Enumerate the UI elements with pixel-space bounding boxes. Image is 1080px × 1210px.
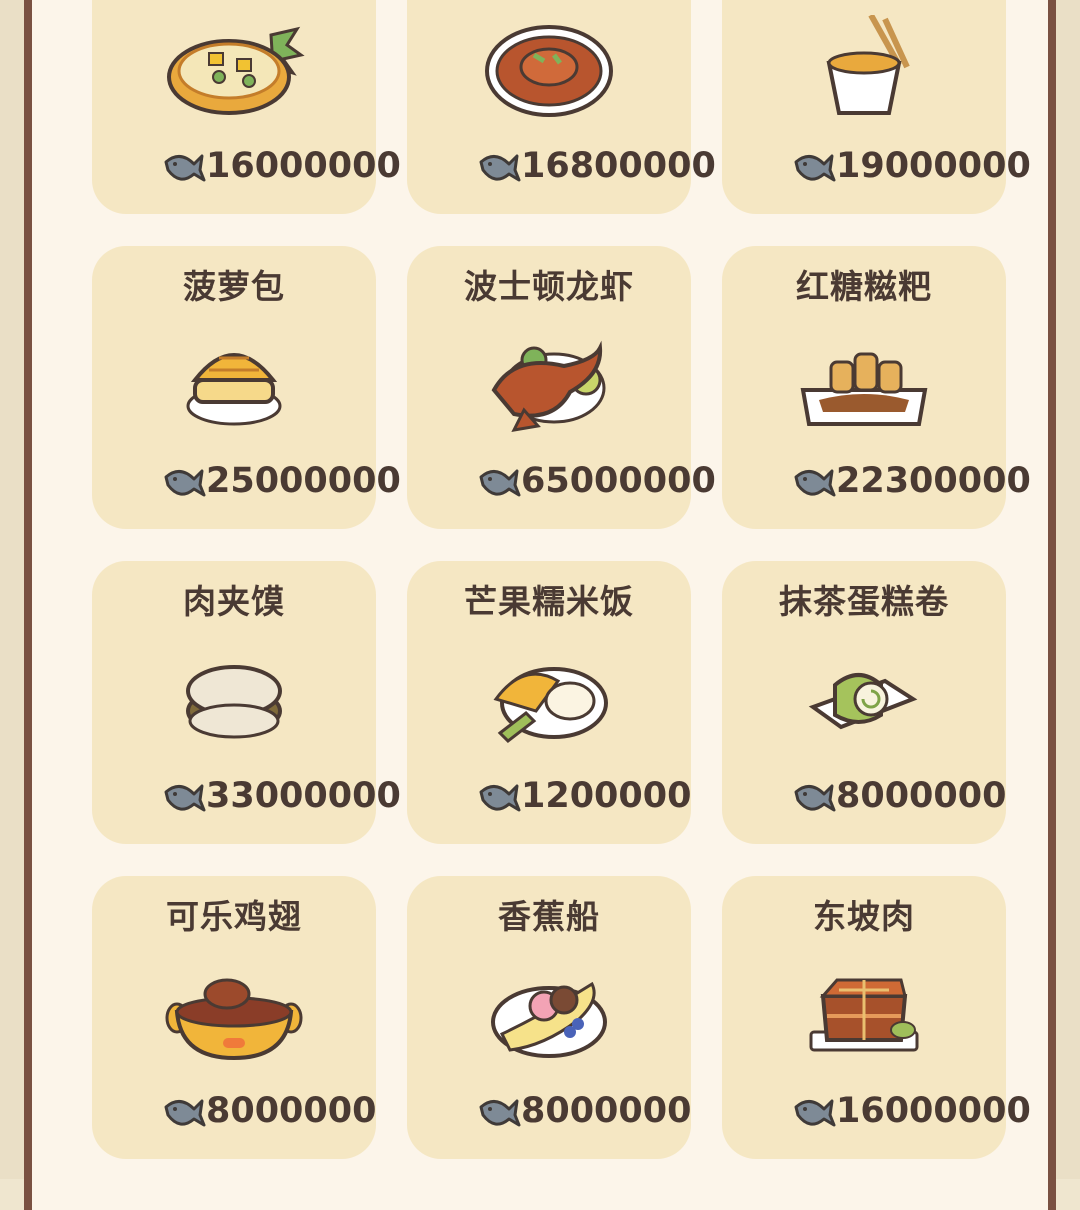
mango-sticky-rice-icon [474, 645, 624, 755]
menu-item-card[interactable]: 16000000 [92, 0, 401, 214]
lobster-icon [474, 330, 624, 440]
dish-name: 肉夹馍 [183, 582, 285, 621]
menu-item-card[interactable]: 红糖糍粑 22300000 [722, 246, 1031, 529]
menu-item-card[interactable]: 菠萝包 25000000 [92, 246, 401, 529]
dish-name: 芒果糯米饭 [464, 582, 634, 621]
fish-icon [794, 784, 836, 812]
menu-item-card[interactable]: 16800000 [407, 0, 716, 214]
menu-item-card[interactable]: 波士顿龙虾 65000000 [407, 246, 716, 529]
price-value: 16000000 [206, 146, 401, 186]
price-tag: 8000000 [162, 1089, 376, 1133]
menu-item-card[interactable]: 抹茶蛋糕卷 8000000 [722, 561, 1006, 844]
price-value: 1200000 [521, 776, 692, 816]
price-value: 65000000 [521, 461, 716, 501]
price-tag: 19000000 [792, 144, 1031, 188]
price-tag: 16800000 [477, 144, 716, 188]
menu-item-card[interactable]: 芒果糯米饭 1200000 [407, 561, 691, 844]
cola-chicken-wings-icon [159, 960, 309, 1070]
price-tag: 16000000 [162, 144, 401, 188]
noodle-cup-icon [789, 13, 939, 125]
fish-icon [479, 784, 521, 812]
fish-icon [164, 1099, 206, 1127]
dish-name: 可乐鸡翅 [166, 897, 302, 936]
brown-sugar-ciba-icon [789, 330, 939, 440]
price-tag: 25000000 [162, 459, 401, 503]
price-tag: 16000000 [792, 1089, 1031, 1133]
price-value: 19000000 [836, 146, 1031, 186]
menu-item-card[interactable]: 东坡肉 16000000 [722, 876, 1031, 1159]
price-tag: 8000000 [792, 774, 1006, 818]
fish-icon [479, 1099, 521, 1127]
menu-item-card[interactable]: 19000000 [722, 0, 1031, 214]
dish-name: 菠萝包 [183, 267, 285, 306]
dish-name: 抹茶蛋糕卷 [779, 582, 949, 621]
fish-icon [794, 1099, 836, 1127]
price-value: 16000000 [836, 1091, 1031, 1131]
fish-icon [479, 469, 521, 497]
fish-icon [479, 154, 521, 182]
dish-name: 红糖糍粑 [796, 267, 932, 306]
fish-icon [794, 469, 836, 497]
menu-panel: 16000000 16800000 19000000 菠萝包 25000000 … [24, 0, 1056, 1210]
price-value: 25000000 [206, 461, 401, 501]
price-tag: 1200000 [477, 774, 691, 818]
dish-name: 香蕉船 [498, 897, 600, 936]
dish-name: 波士顿龙虾 [464, 267, 634, 306]
menu-item-card[interactable]: 肉夹馍 33000000 [92, 561, 401, 844]
menu-item-card[interactable]: 香蕉船 8000000 [407, 876, 691, 1159]
price-tag: 8000000 [477, 1089, 691, 1133]
price-tag: 65000000 [477, 459, 716, 503]
price-value: 22300000 [836, 461, 1031, 501]
price-value: 16800000 [521, 146, 716, 186]
dish-name: 东坡肉 [813, 897, 915, 936]
price-tag: 22300000 [792, 459, 1031, 503]
pineapple-bun-icon [159, 330, 309, 440]
fish-icon [164, 469, 206, 497]
banana-split-icon [474, 960, 624, 1070]
fish-icon [794, 154, 836, 182]
matcha-roll-icon [789, 645, 939, 755]
roujiamo-icon [159, 645, 309, 755]
price-value: 8000000 [836, 776, 1007, 816]
crab-dish-icon [474, 15, 624, 125]
fish-icon [164, 784, 206, 812]
price-tag: 33000000 [162, 774, 401, 818]
fish-icon [164, 154, 206, 182]
pineapple-fried-rice-icon [159, 15, 309, 125]
price-value: 33000000 [206, 776, 401, 816]
price-value: 8000000 [206, 1091, 377, 1131]
menu-item-card[interactable]: 可乐鸡翅 8000000 [92, 876, 376, 1159]
price-value: 8000000 [521, 1091, 692, 1131]
dongpo-pork-icon [789, 960, 939, 1070]
